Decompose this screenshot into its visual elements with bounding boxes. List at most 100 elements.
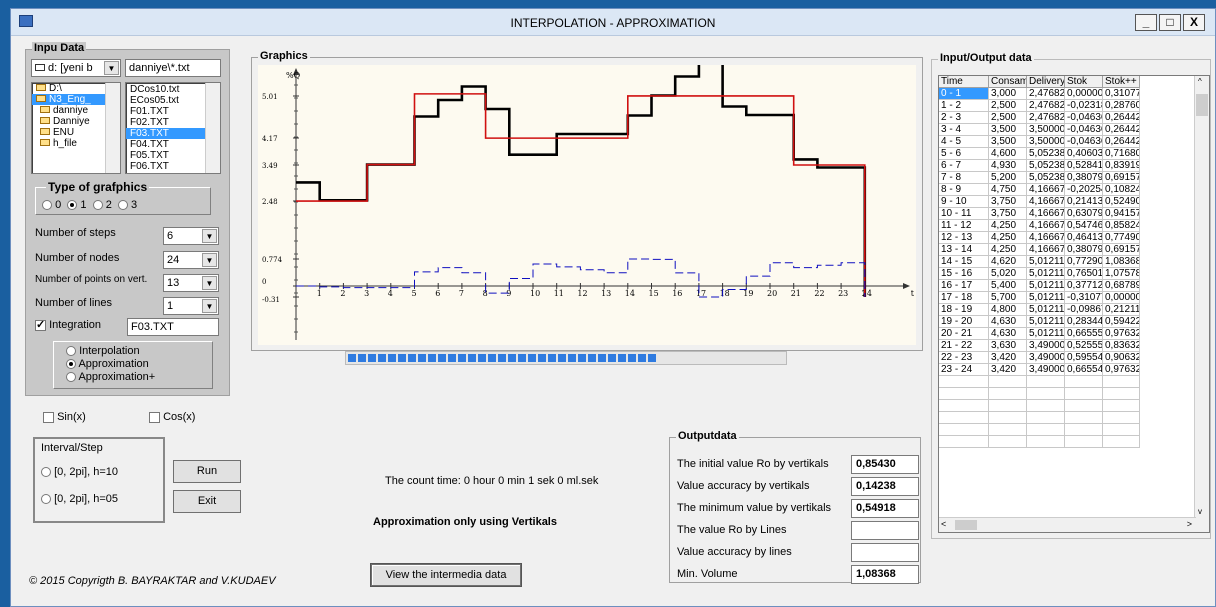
output-label: Outputdata [676,430,739,442]
points-combo[interactable]: 13 ▼ [163,274,219,292]
chevron-up-icon[interactable]: ^ [1198,77,1202,86]
table-header-cell[interactable]: Stok++ [1103,76,1140,88]
table-row[interactable]: 20 - 21 4,630 5,01211 0,66555 0,97632 [939,328,1209,340]
chart-area: %Q 5.01 4.17 3.49 2.48 0.774 0 -0.31 1 2 3 4 5 6 7 8 9 10… [258,60,916,345]
progress-segment [618,354,626,362]
progress-segment [478,354,486,362]
chevron-left-icon[interactable]: < [941,519,946,529]
table-cell: 11 - 12 [939,220,989,232]
table-row[interactable]: 15 - 16 5,020 5,01211 0,76501 1,07578 [939,268,1209,280]
integration-checkbox[interactable]: Integration [35,318,101,331]
folder-list-scrollbar[interactable] [105,83,120,173]
progress-segment [418,354,426,362]
table-row[interactable]: 7 - 8 5,200 5,05238 0,38079 0,69157 [939,172,1209,184]
table-row[interactable]: 13 - 14 4,250 4,16667 0,38079 0,69157 [939,244,1209,256]
table-vscroll[interactable]: ^ v [1194,76,1209,532]
table-cell: 0,68789 [1103,280,1140,292]
nodes-combo[interactable]: 24 ▼ [163,251,219,269]
table-cell: 0,71680 [1103,148,1140,160]
maximize-button[interactable]: □ [1159,14,1181,31]
x-tick-label: 4 [388,289,393,298]
folder-list[interactable]: D:\ N3_Eng_ danniye Danniye ENU h_file [31,82,121,174]
type-radio-3[interactable] [117,200,128,211]
table-cell: 20 - 21 [939,328,989,340]
file-list-scrollbar[interactable] [205,83,220,173]
type-radio-2[interactable] [92,200,103,211]
table-row[interactable]: 14 - 15 4,620 5,01211 0,77290 1,08368 [939,256,1209,268]
progress-segment [448,354,456,362]
table-row[interactable]: 2 - 3 2,500 2,47682 -0,04636 0,26442 [939,112,1209,124]
interval-option-05[interactable]: [0, 2pi], h=05 [41,493,118,505]
table-label: Input/Output data [938,52,1034,64]
table-row[interactable]: 17 - 18 5,700 5,01211 -0,31077 0,00000 [939,292,1209,304]
mode-interpolation[interactable]: Interpolation [66,345,140,357]
progress-segment [578,354,586,362]
table-row[interactable]: 10 - 11 3,750 4,16667 0,63079 0,94157 [939,208,1209,220]
table-row[interactable]: 21 - 22 3,630 3,49000 0,52555 0,83632 [939,340,1209,352]
table-hscroll[interactable]: < > [939,517,1196,532]
mode-approximation[interactable]: Approximation [66,358,149,370]
lines-combo[interactable]: 1 ▼ [163,297,219,315]
table-row[interactable]: 11 - 12 4,250 4,16667 0,54746 0,85824 [939,220,1209,232]
table-row[interactable]: 22 - 23 3,420 3,49000 0,59554 0,90632 [939,352,1209,364]
points-label: Number of points on vert. [35,274,148,285]
file-filter-input[interactable]: danniye\*.txt [125,59,221,77]
table-row[interactable]: 8 - 9 4,750 4,16667 -0,20254 0,10824 [939,184,1209,196]
table-hscroll-thumb[interactable] [955,520,977,530]
table-row[interactable]: 12 - 13 4,250 4,16667 0,46413 0,77490 [939,232,1209,244]
table-cell [1103,400,1140,412]
io-table[interactable]: TimeConsamp.DeliveryStokStok++0 - 13,000… [938,75,1210,533]
table-scroll-thumb[interactable] [1196,94,1208,116]
table-cell: 3,500 [989,124,1027,136]
view-intermedia-button[interactable]: View the intermedia data [371,564,521,586]
cos-checkbox[interactable]: Cos(x) [149,411,195,423]
table-cell [1065,400,1103,412]
table-row[interactable]: 16 - 17 5,400 5,01211 0,37712 0,68789 [939,280,1209,292]
table-row[interactable]: 0 - 1 3,000 2,47682 0,00000 0,31077 [939,88,1209,100]
close-button[interactable]: X [1183,14,1205,31]
table-cell: 22 - 23 [939,352,989,364]
table-row[interactable]: 5 - 6 4,600 5,05238 0,40603 0,71680 [939,148,1209,160]
table-cell: 5,200 [989,172,1027,184]
table-header-cell[interactable]: Stok [1065,76,1103,88]
exit-button[interactable]: Exit [173,490,241,513]
mode-approximation-plus[interactable]: Approximation+ [66,371,155,383]
sin-checkbox[interactable]: Sin(x) [43,411,86,423]
table-row[interactable]: 6 - 7 4,930 5,05238 0,52841 0,83919 [939,160,1209,172]
drive-combo[interactable]: d: [yeni b ▼ [31,59,121,77]
table-cell: 0,52490 [1103,196,1140,208]
table-cell [1065,436,1103,448]
type-radio-1[interactable] [67,200,78,211]
table-header-cell[interactable]: Delivery [1027,76,1065,88]
table-row[interactable]: 23 - 24 3,420 3,49000 0,66554 0,97632 [939,364,1209,376]
chevron-right-icon[interactable]: > [1187,519,1192,529]
y-tick-label: 4.17 [262,135,278,143]
table-cell [989,436,1027,448]
table-row[interactable]: 4 - 5 3,500 3,50000 -0,04636 0,26442 [939,136,1209,148]
mode-label-0: Interpolation [79,345,140,357]
table-row[interactable]: 18 - 19 4,800 5,01211 -0,09867 0,21211 [939,304,1209,316]
table-row[interactable]: 19 - 20 4,630 5,01211 0,28344 0,59422 [939,316,1209,328]
run-button[interactable]: Run [173,460,241,483]
table-header-cell[interactable]: Consamp. [989,76,1027,88]
table-cell: 0,52841 [1065,160,1103,172]
steps-combo[interactable]: 6 ▼ [163,227,219,245]
chevron-down-icon[interactable]: v [1198,507,1202,516]
table-cell: -0,04636 [1065,124,1103,136]
table-cell: 0,97632 [1103,364,1140,376]
type-radio-0[interactable] [42,200,52,211]
minimize-button[interactable]: _ [1135,14,1157,31]
table-row[interactable]: 9 - 10 3,750 4,16667 0,21413 0,52490 [939,196,1209,208]
table-cell: 5,01211 [1027,316,1065,328]
table-header-cell[interactable]: Time [939,76,989,88]
progress-segment [438,354,446,362]
interval-option-10[interactable]: [0, 2pi], h=10 [41,466,118,478]
steps-value: 6 [167,230,174,242]
table-cell: 4,16667 [1027,196,1065,208]
file-list[interactable]: DCos10.txt ECos05.txt F01.TXT F02.TXT F03.TX… [125,82,221,174]
x-tick-label: 3 [364,289,369,298]
table-row[interactable]: 1 - 2 2,500 2,47682 -0,02318 0,28760 [939,100,1209,112]
integration-file-input[interactable]: F03.TXT [127,318,219,336]
output-item-label: The minimum value by vertikals [677,502,832,514]
table-row[interactable]: 3 - 4 3,500 3,50000 -0,04636 0,26442 [939,124,1209,136]
